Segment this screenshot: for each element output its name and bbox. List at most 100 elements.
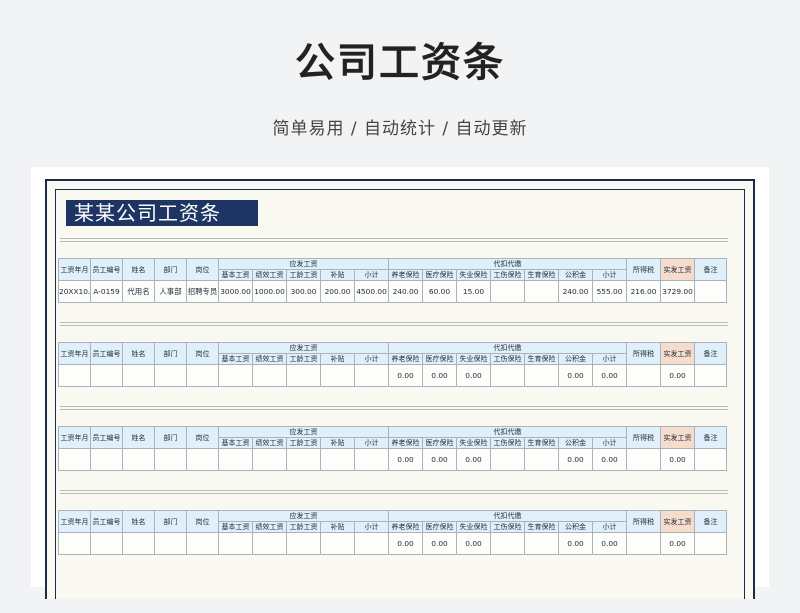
cell-housing-fund[interactable]: 0.00	[558, 364, 594, 387]
cell-maternity[interactable]	[524, 532, 560, 555]
cell-emp-id[interactable]: A-0159	[90, 280, 123, 303]
cell-month[interactable]: 20XX10.0	[58, 280, 91, 303]
header-net-pay: 实发工资	[660, 426, 696, 449]
header-dept: 部门	[154, 426, 187, 449]
cell-emp-id[interactable]	[90, 532, 123, 555]
header-seniority: 工龄工资	[286, 521, 321, 533]
header-emp-id: 员工编号	[90, 258, 123, 281]
cell-deduct-subtotal[interactable]: 0.00	[592, 532, 628, 555]
cell-month[interactable]	[58, 448, 91, 471]
cell-injury[interactable]	[490, 448, 526, 471]
header-emp-id: 员工编号	[90, 426, 123, 449]
header-emp-id: 员工编号	[90, 342, 123, 365]
header-maternity: 生育保险	[524, 353, 560, 365]
cell-base[interactable]: 3000.00	[218, 280, 253, 303]
cell-remark[interactable]	[694, 364, 728, 387]
cell-remark[interactable]	[694, 532, 728, 555]
cell-position[interactable]	[186, 532, 219, 555]
cell-deduct-subtotal[interactable]: 0.00	[592, 448, 628, 471]
cell-month[interactable]	[58, 532, 91, 555]
cell-seniority[interactable]	[286, 364, 321, 387]
cell-remark[interactable]	[694, 280, 728, 303]
cell-name[interactable]	[122, 364, 155, 387]
header-position: 岗位	[186, 510, 219, 533]
cell-net-pay[interactable]: 0.00	[660, 532, 696, 555]
cell-deduct-subtotal[interactable]: 0.00	[592, 364, 628, 387]
cell-deduct-subtotal[interactable]: 555.00	[592, 280, 628, 303]
slip-separator	[60, 490, 728, 494]
slip-header-row: 工资年月 员工编号 姓名 部门 岗位 应发工资 代扣代缴 所得税 实发工资 备注	[58, 510, 728, 533]
cell-dept[interactable]	[154, 448, 187, 471]
header-pension: 养老保险	[388, 353, 424, 365]
cell-payable-subtotal[interactable]	[353, 448, 390, 471]
header-performance: 绩效工资	[252, 353, 287, 365]
cell-performance[interactable]	[252, 448, 287, 471]
cell-housing-fund[interactable]: 240.00	[558, 280, 594, 303]
header-injury: 工伤保险	[490, 269, 526, 281]
cell-injury[interactable]	[490, 280, 526, 303]
cell-payable-subtotal[interactable]: 4500.00	[353, 280, 390, 303]
cell-performance[interactable]	[252, 532, 287, 555]
header-payable-subtotal: 小计	[353, 353, 390, 365]
header-housing-fund: 公积金	[558, 521, 594, 533]
cell-dept[interactable]: 人事部	[154, 280, 187, 303]
cell-position[interactable]: 招聘专员	[186, 280, 219, 303]
cell-seniority[interactable]: 300.00	[286, 280, 321, 303]
cell-name[interactable]	[122, 532, 155, 555]
cell-medical[interactable]: 0.00	[422, 448, 458, 471]
cell-income-tax[interactable]	[626, 364, 662, 387]
cell-base[interactable]	[218, 532, 253, 555]
cell-injury[interactable]	[490, 532, 526, 555]
cell-payable-subtotal[interactable]	[353, 532, 390, 555]
cell-housing-fund[interactable]: 0.00	[558, 532, 594, 555]
cell-subsidy[interactable]: 200.00	[320, 280, 355, 303]
cell-unemployment[interactable]: 0.00	[456, 364, 492, 387]
cell-net-pay[interactable]: 3729.00	[660, 280, 696, 303]
cell-name[interactable]: 代用名	[122, 280, 155, 303]
cell-seniority[interactable]	[286, 448, 321, 471]
cell-base[interactable]	[218, 448, 253, 471]
cell-dept[interactable]	[154, 364, 187, 387]
cell-subsidy[interactable]	[320, 448, 355, 471]
cell-income-tax[interactable]	[626, 448, 662, 471]
cell-pension[interactable]: 0.00	[388, 448, 424, 471]
cell-subsidy[interactable]	[320, 364, 355, 387]
cell-payable-subtotal[interactable]	[353, 364, 390, 387]
cell-pension[interactable]: 0.00	[388, 364, 424, 387]
cell-pension[interactable]: 0.00	[388, 532, 424, 555]
cell-net-pay[interactable]: 0.00	[660, 448, 696, 471]
cell-dept[interactable]	[154, 532, 187, 555]
header-position: 岗位	[186, 342, 219, 365]
cell-maternity[interactable]	[524, 364, 560, 387]
cell-medical[interactable]: 60.00	[422, 280, 458, 303]
cell-net-pay[interactable]: 0.00	[660, 364, 696, 387]
cell-month[interactable]	[58, 364, 91, 387]
cell-remark[interactable]	[694, 448, 728, 471]
cell-performance[interactable]: 1000.00	[252, 280, 287, 303]
cell-pension[interactable]: 240.00	[388, 280, 424, 303]
cell-unemployment[interactable]: 0.00	[456, 448, 492, 471]
cell-unemployment[interactable]: 0.00	[456, 532, 492, 555]
salary-slip-table: 工资年月 员工编号 姓名 部门 岗位 应发工资 代扣代缴 所得税 实发工资 备注 基本工资 绩效工资工…	[58, 510, 728, 555]
cell-subsidy[interactable]	[320, 532, 355, 555]
header-base: 基本工资	[218, 269, 253, 281]
header-unemployment: 失业保险	[456, 353, 492, 365]
cell-seniority[interactable]	[286, 532, 321, 555]
cell-injury[interactable]	[490, 364, 526, 387]
cell-income-tax[interactable]: 216.00	[626, 280, 662, 303]
cell-position[interactable]	[186, 448, 219, 471]
cell-medical[interactable]: 0.00	[422, 364, 458, 387]
cell-maternity[interactable]	[524, 448, 560, 471]
cell-housing-fund[interactable]: 0.00	[558, 448, 594, 471]
cell-emp-id[interactable]	[90, 364, 123, 387]
cell-emp-id[interactable]	[90, 448, 123, 471]
header-subsidy: 补贴	[320, 521, 355, 533]
cell-base[interactable]	[218, 364, 253, 387]
cell-unemployment[interactable]: 15.00	[456, 280, 492, 303]
cell-maternity[interactable]	[524, 280, 560, 303]
cell-medical[interactable]: 0.00	[422, 532, 458, 555]
cell-position[interactable]	[186, 364, 219, 387]
cell-income-tax[interactable]	[626, 532, 662, 555]
cell-name[interactable]	[122, 448, 155, 471]
cell-performance[interactable]	[252, 364, 287, 387]
